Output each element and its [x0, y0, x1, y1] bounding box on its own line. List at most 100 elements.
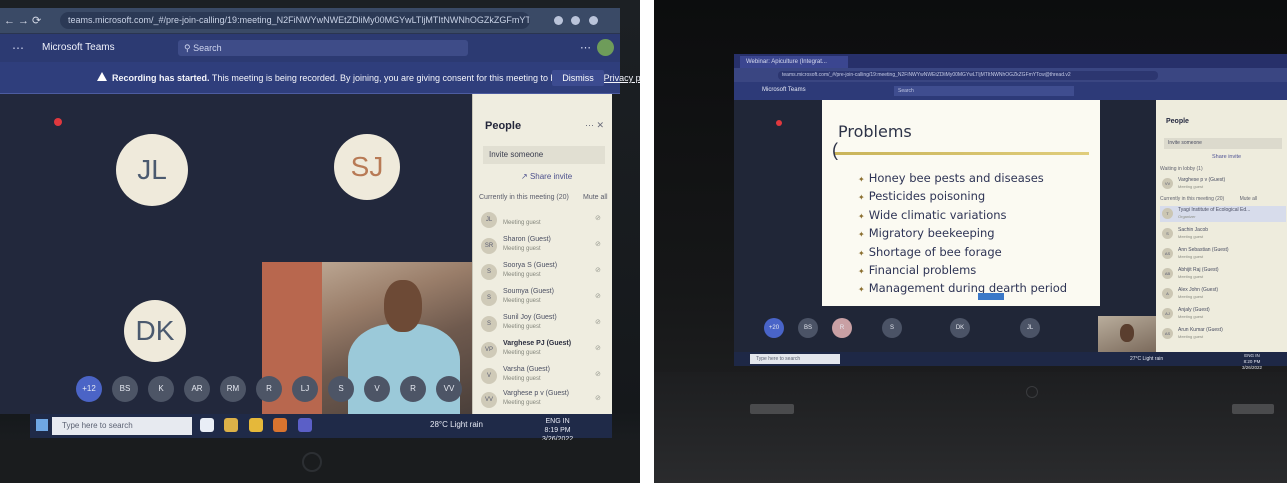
- laptop-body: [654, 372, 1287, 483]
- avatar: AJ: [1162, 308, 1173, 319]
- participant-pill[interactable]: DK: [950, 318, 970, 338]
- list-item[interactable]: A Alex John (Guest) Meeting guest: [1160, 286, 1286, 302]
- list-item[interactable]: AJ Anjaly (Guest) Meeting guest: [1160, 306, 1286, 322]
- participant-tile[interactable]: DK: [124, 300, 186, 362]
- close-icon[interactable]: ⋯ ✕: [585, 120, 604, 131]
- more-participants-pill[interactable]: +12: [76, 376, 102, 402]
- recording-banner-message: This meeting is being recorded. By joini…: [211, 73, 602, 83]
- bullet-text: Migratory beekeeping: [868, 226, 995, 241]
- list-item[interactable]: V Varsha (Guest) Meeting guest ⊘: [477, 364, 607, 390]
- laptop-hinge: [1232, 404, 1274, 414]
- browser-tab[interactable]: Webinar: Apiculture (Integrat...: [740, 56, 848, 68]
- participant-pill[interactable]: BS: [798, 318, 818, 338]
- invite-input[interactable]: Invite someone: [1164, 138, 1282, 149]
- browser-nav-icons[interactable]: ←→⟳: [4, 14, 44, 27]
- list-item[interactable]: VP Varghese PJ (Guest) Meeting guest ⊘: [477, 338, 607, 364]
- avatar: AS: [1162, 328, 1173, 339]
- participant-pill[interactable]: VV: [436, 376, 462, 402]
- windows-start-icon[interactable]: [36, 419, 48, 431]
- mic-off-icon: ⊘: [595, 267, 601, 274]
- privacy-policy-link[interactable]: Privacy policy: [604, 73, 640, 83]
- browser-toolbar: ←→⟳ teams.microsoft.com/_#/pre-join-call…: [0, 8, 620, 53]
- taskbar-clock[interactable]: ENG IN 8:20 PM 3/26/2022: [1242, 353, 1262, 371]
- search-input[interactable]: ⚲ Search: [178, 40, 468, 56]
- list-item[interactable]: AS Arun Kumar (Guest) Meeting guest: [1160, 326, 1286, 342]
- more-participants-pill[interactable]: +20: [764, 318, 784, 338]
- hp-logo-icon: [302, 452, 322, 472]
- participant-pill[interactable]: R: [256, 376, 282, 402]
- taskbar-search-input[interactable]: Type here to search: [52, 417, 192, 435]
- mic-off-icon: ⊘: [595, 345, 601, 352]
- taskbar-search-input[interactable]: Type here to search: [750, 354, 840, 364]
- list-item[interactable]: VV Varghese p v (Guest) Meeting guest: [1160, 176, 1286, 192]
- app-launcher-icon[interactable]: ⋯: [12, 41, 24, 55]
- address-bar[interactable]: teams.microsoft.com/_#/pre-join-calling/…: [778, 71, 1158, 80]
- avatar: S: [1162, 228, 1173, 239]
- participant-pill[interactable]: R: [832, 318, 852, 338]
- app-title: Microsoft Teams: [762, 87, 806, 93]
- participant-pill[interactable]: R: [400, 376, 426, 402]
- list-item[interactable]: AS Ann Sebastian (Guest) Meeting guest: [1160, 246, 1286, 262]
- avatar: VV: [1162, 178, 1173, 189]
- slide-title: Problems: [838, 122, 912, 141]
- star-icon[interactable]: [571, 16, 581, 25]
- participant-name: Tyagi Institute of Ecological Ed...: [1178, 207, 1251, 213]
- firefox-icon[interactable]: [273, 418, 288, 432]
- share-invite-button[interactable]: Share invite: [1212, 154, 1241, 160]
- participant-pill[interactable]: LJ: [292, 376, 318, 402]
- invite-input[interactable]: Invite someone: [483, 146, 605, 164]
- task-view-icon[interactable]: [200, 418, 214, 432]
- dismiss-button[interactable]: Dismiss: [552, 70, 604, 86]
- app-title: Microsoft Teams: [42, 42, 115, 53]
- list-item[interactable]: SR Sharon (Guest) Meeting guest ⊘: [477, 234, 607, 260]
- people-panel: People Invite someone Share invite Waiti…: [1156, 100, 1287, 366]
- list-item[interactable]: S Sachin Jacob Meeting guest: [1160, 226, 1286, 242]
- share-invite-button[interactable]: ↗ Share invite: [521, 172, 572, 181]
- participant-pill[interactable]: S: [328, 376, 354, 402]
- participant-status: Meeting guest: [503, 324, 541, 330]
- participant-status: Meeting guest: [1178, 294, 1204, 299]
- mic-off-icon: ⊘: [595, 293, 601, 300]
- teams-icon[interactable]: [297, 418, 312, 432]
- slide-bracket-mark: (: [832, 140, 838, 160]
- participant-pill[interactable]: S: [882, 318, 902, 338]
- extension-icon[interactable]: [588, 16, 598, 25]
- mute-all-button[interactable]: Mute all: [1240, 196, 1258, 202]
- participant-status: Meeting guest: [503, 220, 541, 226]
- participant-name: Arun Kumar (Guest): [1178, 327, 1223, 333]
- participant-tile[interactable]: SJ: [334, 134, 400, 200]
- chrome-icon[interactable]: [224, 418, 239, 432]
- recording-indicator-icon: [54, 118, 62, 126]
- list-item[interactable]: S Soumya (Guest) Meeting guest ⊘: [477, 286, 607, 312]
- list-item[interactable]: VV Varghese p v (Guest) Meeting guest ⊘: [477, 388, 607, 414]
- participant-pill[interactable]: K: [148, 376, 174, 402]
- list-item[interactable]: S Sunil Joy (Guest) Meeting guest ⊘: [477, 312, 607, 338]
- weather-widget[interactable]: 27°C Light rain: [1130, 356, 1163, 362]
- participant-pill[interactable]: RM: [220, 376, 246, 402]
- list-item[interactable]: T Tyagi Institute of Ecological Ed... Orga…: [1160, 206, 1286, 222]
- recording-banner: Recording has started. This meeting is b…: [0, 62, 640, 94]
- avatar: AB: [1162, 268, 1173, 279]
- mute-all-button[interactable]: Mute all: [583, 194, 608, 201]
- recording-banner-bold: Recording has started.: [112, 73, 210, 83]
- list-item[interactable]: JL Meeting guest ⊘: [477, 208, 607, 234]
- participant-status: Meeting guest: [1178, 314, 1204, 319]
- list-item[interactable]: S Soorya S (Guest) Meeting guest ⊘: [477, 260, 607, 286]
- folder-icon[interactable]: [248, 418, 263, 432]
- extension-icon[interactable]: [554, 16, 563, 25]
- participant-pill[interactable]: V: [364, 376, 390, 402]
- lobby-section-header[interactable]: Waiting in lobby (1): [1160, 166, 1203, 172]
- avatar[interactable]: [597, 39, 614, 56]
- list-item[interactable]: AB Abhijit Raj (Guest) Meeting guest: [1160, 266, 1286, 282]
- address-bar[interactable]: teams.microsoft.com/_#/pre-join-calling/…: [60, 12, 530, 29]
- participant-tile[interactable]: JL: [116, 134, 188, 206]
- participant-pill[interactable]: AR: [184, 376, 210, 402]
- participant-pill[interactable]: JL: [1020, 318, 1040, 338]
- weather-widget[interactable]: 28°C Light rain: [430, 420, 483, 429]
- search-input[interactable]: Search: [894, 86, 1074, 96]
- avatar: SR: [481, 238, 497, 254]
- participant-status: Meeting guest: [503, 376, 541, 382]
- more-options-icon[interactable]: ⋯: [580, 41, 591, 54]
- participant-pill[interactable]: BS: [112, 376, 138, 402]
- speaker-face: [384, 280, 422, 332]
